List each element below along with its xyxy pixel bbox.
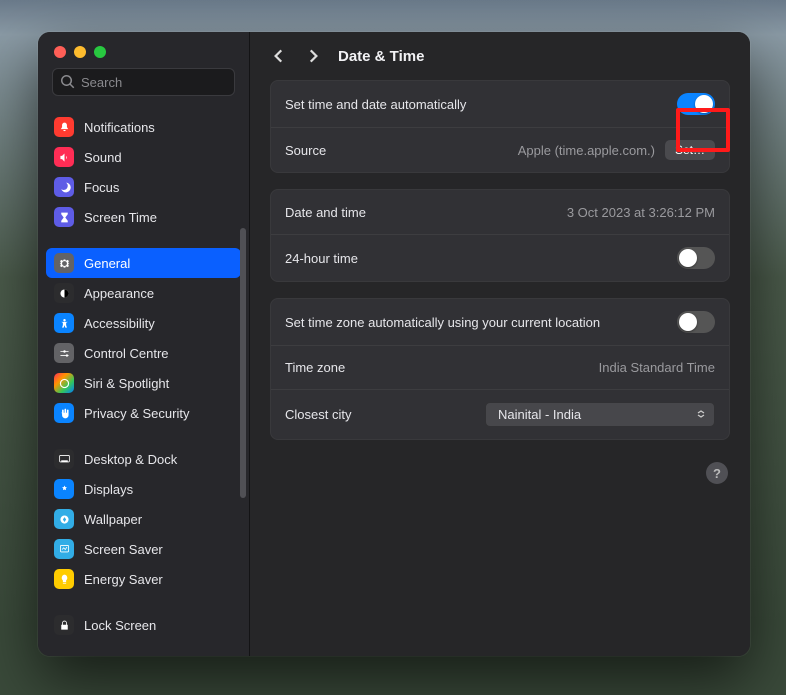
bulb-icon xyxy=(54,569,74,589)
sidebar-item-screen-time[interactable]: Screen Time xyxy=(46,202,241,232)
chevron-updown-icon xyxy=(696,409,706,419)
siri-icon xyxy=(54,373,74,393)
forward-button[interactable] xyxy=(304,47,322,65)
date-time-value: 3 Oct 2023 at 3:26:12 PM xyxy=(567,205,715,220)
content-panel: Date & Time Set time and date automatica… xyxy=(250,32,750,656)
sidebar-item-general[interactable]: General xyxy=(46,248,241,278)
sidebar-item-label: Displays xyxy=(84,482,133,497)
sidebar-item-label: Wallpaper xyxy=(84,512,142,527)
twentyfour-toggle[interactable] xyxy=(677,247,715,269)
sidebar-item-label: Appearance xyxy=(84,286,154,301)
sidebar-item-desktop-dock[interactable]: Desktop & Dock xyxy=(46,444,241,474)
sidebar-item-accessibility[interactable]: Accessibility xyxy=(46,308,241,338)
sidebar-nav[interactable]: Notifications Sound Focus Screen Time Ge… xyxy=(38,106,249,656)
sidebar-item-siri-spotlight[interactable]: Siri & Spotlight xyxy=(46,368,241,398)
sidebar-item-control-centre[interactable]: Control Centre xyxy=(46,338,241,368)
closest-city-value: Nainital - India xyxy=(498,407,581,422)
closest-city-select[interactable]: Nainital - India xyxy=(485,402,715,427)
sidebar-item-privacy-security[interactable]: Privacy & Security xyxy=(46,398,241,428)
speaker-icon xyxy=(54,147,74,167)
gear-icon xyxy=(54,253,74,273)
appearance-icon xyxy=(54,283,74,303)
accessibility-icon xyxy=(54,313,74,333)
sidebar-item-label: Control Centre xyxy=(84,346,169,361)
sidebar-item-label: Lock Screen xyxy=(84,618,156,633)
hourglass-icon xyxy=(54,207,74,227)
sidebar-item-displays[interactable]: Displays xyxy=(46,474,241,504)
search-input[interactable] xyxy=(52,68,235,96)
sidebar-item-label: Screen Saver xyxy=(84,542,163,557)
screensaver-icon xyxy=(54,539,74,559)
card-date-time: Date and time 3 Oct 2023 at 3:26:12 PM 2… xyxy=(270,189,730,282)
sidebar-item-label: Sound xyxy=(84,150,122,165)
window-controls xyxy=(38,32,249,68)
search-icon xyxy=(60,74,76,90)
wallpaper-icon xyxy=(54,509,74,529)
auto-time-label: Set time and date automatically xyxy=(285,97,466,112)
tz-label: Time zone xyxy=(285,360,345,375)
moon-icon xyxy=(54,177,74,197)
sidebar-item-wallpaper[interactable]: Wallpaper xyxy=(46,504,241,534)
system-settings-window: Notifications Sound Focus Screen Time Ge… xyxy=(38,32,750,656)
source-set-button[interactable]: Set… xyxy=(665,140,715,160)
sidebar-item-appearance[interactable]: Appearance xyxy=(46,278,241,308)
sidebar-item-label: Screen Time xyxy=(84,210,157,225)
auto-tz-label: Set time zone automatically using your c… xyxy=(285,315,600,330)
auto-tz-toggle[interactable] xyxy=(677,311,715,333)
sidebar-item-screen-saver[interactable]: Screen Saver xyxy=(46,534,241,564)
display-icon xyxy=(54,479,74,499)
date-time-label: Date and time xyxy=(285,205,366,220)
city-label: Closest city xyxy=(285,407,351,422)
lock-icon xyxy=(54,615,74,635)
dock-icon xyxy=(54,449,74,469)
sidebar-item-label: Desktop & Dock xyxy=(84,452,177,467)
back-button[interactable] xyxy=(270,47,288,65)
source-label: Source xyxy=(285,143,326,158)
sidebar-item-label: Focus xyxy=(84,180,119,195)
sidebar-item-focus[interactable]: Focus xyxy=(46,172,241,202)
sidebar-item-sound[interactable]: Sound xyxy=(46,142,241,172)
close-window-button[interactable] xyxy=(54,46,66,58)
page-title: Date & Time xyxy=(338,48,424,65)
card-time-zone: Set time zone automatically using your c… xyxy=(270,298,730,440)
sidebar-item-lock-screen[interactable]: Lock Screen xyxy=(46,610,241,640)
sidebar-item-label: Notifications xyxy=(84,120,155,135)
twentyfour-label: 24-hour time xyxy=(285,251,358,266)
card-auto-time: Set time and date automatically Source A… xyxy=(270,80,730,173)
sidebar: Notifications Sound Focus Screen Time Ge… xyxy=(38,32,250,656)
help-button[interactable]: ? xyxy=(706,462,728,484)
bell-icon xyxy=(54,117,74,137)
sidebar-item-label: Energy Saver xyxy=(84,572,163,587)
tz-value: India Standard Time xyxy=(599,360,715,375)
panel-header: Date & Time xyxy=(250,32,750,80)
sidebar-scrollbar[interactable] xyxy=(240,228,246,498)
sidebar-item-label: Privacy & Security xyxy=(84,406,189,421)
sidebar-item-label: General xyxy=(84,256,130,271)
source-value: Apple (time.apple.com.) xyxy=(518,143,655,158)
minimize-window-button[interactable] xyxy=(74,46,86,58)
hand-icon xyxy=(54,403,74,423)
sidebar-item-label: Siri & Spotlight xyxy=(84,376,169,391)
fullscreen-window-button[interactable] xyxy=(94,46,106,58)
sidebar-item-energy-saver[interactable]: Energy Saver xyxy=(46,564,241,594)
auto-time-toggle[interactable] xyxy=(677,93,715,115)
sidebar-item-label: Accessibility xyxy=(84,316,155,331)
sliders-icon xyxy=(54,343,74,363)
panel-body: Set time and date automatically Source A… xyxy=(250,80,750,504)
sidebar-item-notifications[interactable]: Notifications xyxy=(46,112,241,142)
